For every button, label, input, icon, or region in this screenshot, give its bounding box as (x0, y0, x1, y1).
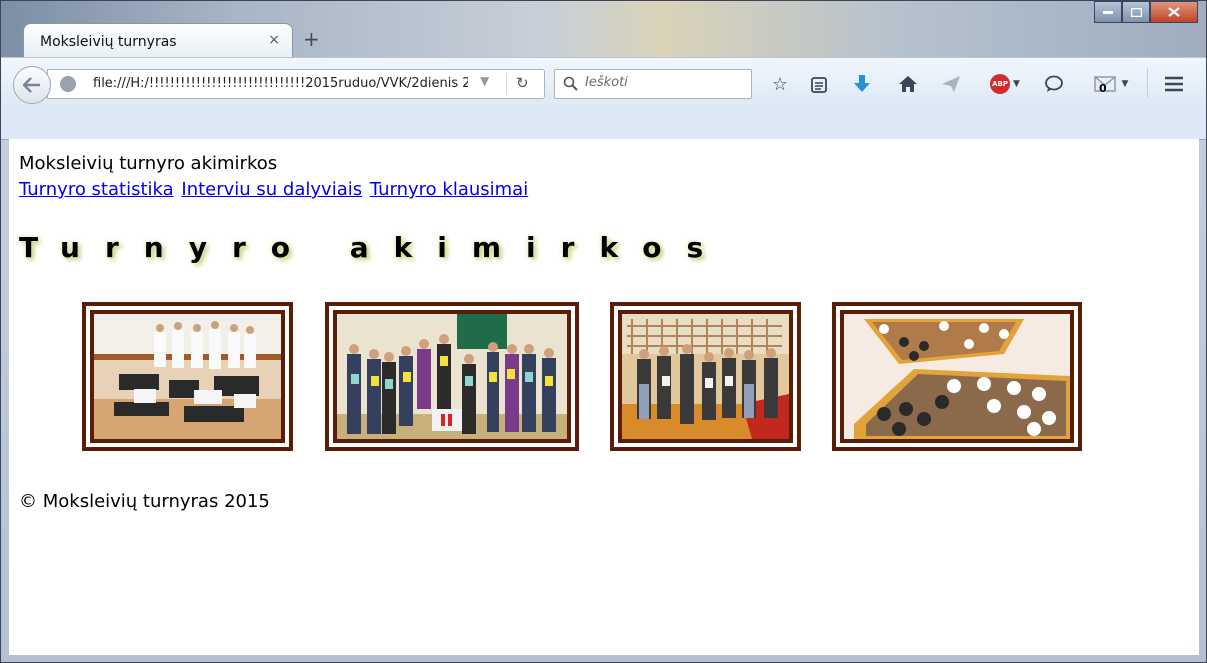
minimize-icon (1103, 11, 1113, 14)
minimize-button[interactable] (1094, 1, 1122, 23)
adblock-icon: ABP (990, 74, 1011, 94)
hamburger-menu-icon[interactable] (1161, 72, 1187, 96)
search-box[interactable] (554, 69, 752, 99)
nav-link-statistics[interactable]: Turnyro statistika (19, 179, 174, 200)
url-separator (506, 74, 507, 94)
menu-lines-icon (1165, 76, 1183, 92)
back-button[interactable] (13, 66, 51, 104)
download-icon[interactable] (849, 72, 875, 96)
search-icon (563, 76, 578, 91)
photo-gym-group[interactable] (610, 302, 801, 451)
navigation-toolbar: file:///H:/!!!!!!!!!!!!!!!!!!!!!!!!!!!!!… (1, 57, 1206, 110)
search-input[interactable] (585, 75, 745, 90)
mail-dropdown-icon: ▼ (1121, 79, 1129, 89)
photo-checkers-board[interactable] (832, 302, 1082, 451)
tab-strip: Moksleivių turnyras × + (1, 1, 1206, 60)
close-window-button[interactable] (1150, 1, 1198, 23)
checkers-board-image (844, 314, 1070, 439)
reload-icon[interactable]: ↻ (516, 74, 529, 92)
basketball-team-image (94, 314, 281, 439)
adblock-dropdown-icon: ▼ (1013, 79, 1020, 89)
site-nav: Turnyro statistika Interviu su dalyviais… (19, 179, 530, 200)
photo-frame (333, 310, 571, 443)
back-arrow-icon (23, 77, 40, 93)
url-text: file:///H:/!!!!!!!!!!!!!!!!!!!!!!!!!!!!!… (93, 76, 468, 91)
maximize-button[interactable] (1122, 1, 1150, 23)
browser-window: Moksleivių turnyras × + file:///H:/!!!!!… (0, 0, 1207, 663)
photo-basketball-team[interactable] (82, 302, 293, 451)
bookmarks-toolbar (1, 109, 1206, 140)
close-icon (1168, 7, 1180, 17)
paper-plane-icon (942, 76, 960, 92)
site-title: Moksleivių turnyro akimirkos (19, 153, 278, 174)
photo-frame (90, 310, 285, 443)
mail-button[interactable]: 0 ▼ (1085, 72, 1137, 96)
home-icon[interactable] (895, 72, 921, 96)
window-controls (1094, 1, 1198, 23)
nav-link-interviews[interactable]: Interviu su dalyviais (181, 179, 362, 200)
house-icon (899, 76, 917, 92)
bookmarks-menu-icon[interactable] (806, 72, 832, 96)
maximize-icon (1130, 7, 1142, 17)
mail-count-badge: 0 (1099, 82, 1107, 95)
photo-frame (618, 310, 793, 443)
chat-bubble-icon[interactable] (1041, 72, 1067, 96)
send-icon[interactable] (938, 72, 964, 96)
globe-icon (60, 76, 76, 92)
photo-frame (840, 310, 1074, 443)
clipboard-icon (811, 77, 827, 93)
url-bar[interactable]: file:///H:/!!!!!!!!!!!!!!!!!!!!!!!!!!!!!… (47, 69, 545, 99)
download-arrow-icon (854, 75, 870, 92)
bookmark-star-icon[interactable]: ☆ (767, 72, 793, 96)
page-content: Moksleivių turnyro akimirkos Turnyro sta… (9, 139, 1199, 655)
adblock-button[interactable]: ABP ▼ (985, 72, 1025, 96)
new-tab-button[interactable]: + (303, 29, 320, 49)
tab-active[interactable]: Moksleivių turnyras × (23, 23, 293, 60)
tab-close-icon[interactable]: × (268, 32, 280, 48)
toolbar-separator (1147, 68, 1148, 98)
photo-award-ceremony[interactable] (325, 302, 579, 451)
tab-title: Moksleivių turnyras (40, 34, 177, 50)
speech-bubble-icon (1045, 75, 1063, 92)
history-dropdown-icon[interactable]: ▼ (480, 74, 489, 88)
award-ceremony-image (337, 314, 567, 439)
gym-group-image (622, 314, 789, 439)
page-heading: Turnyro akimirkos (19, 231, 729, 264)
nav-link-questions[interactable]: Turnyro klausimai (370, 179, 528, 200)
page-footer: © Moksleivių turnyras 2015 (19, 491, 270, 512)
